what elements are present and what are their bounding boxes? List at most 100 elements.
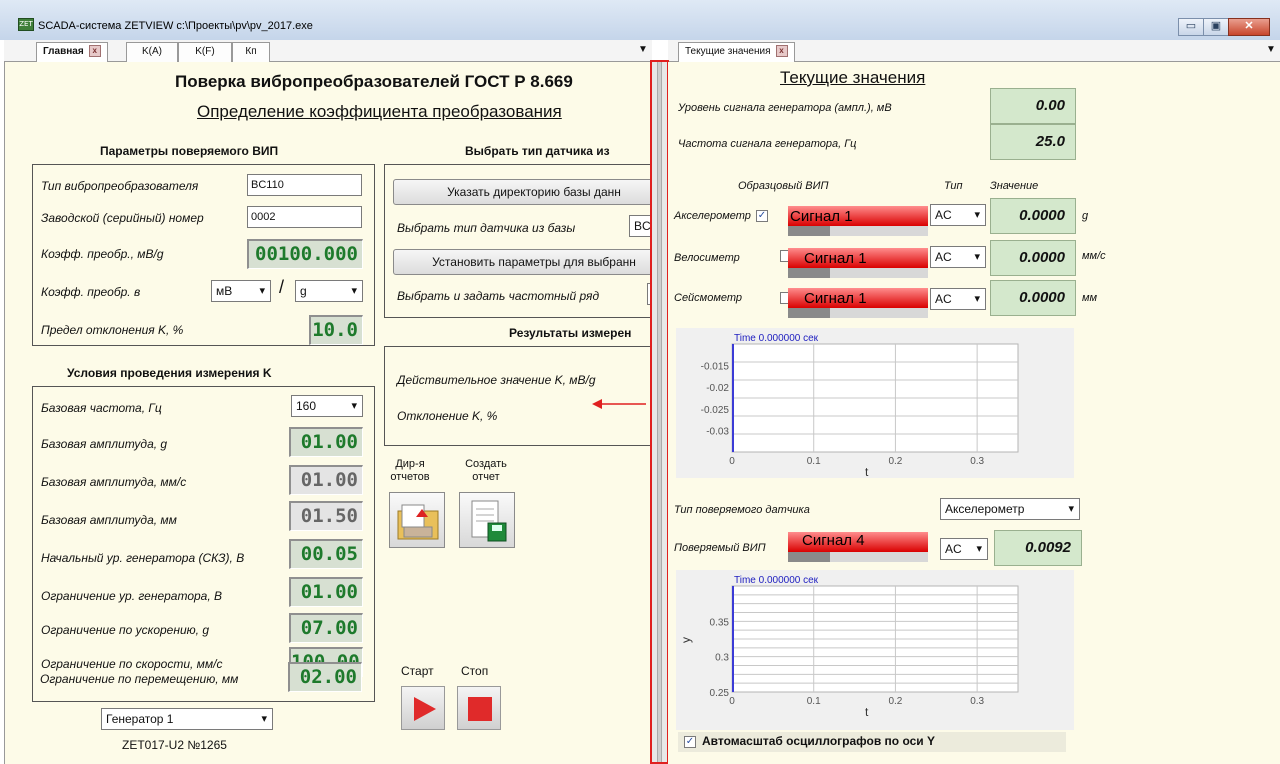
y-axis-label: y <box>679 637 693 643</box>
base-amp-g-display[interactable]: 01.00 <box>289 427 363 457</box>
sensor-type-input[interactable]: BC110 <box>247 174 362 196</box>
oscilloscope-2[interactable]: 0 0.1 0.2 0.3 0.35 0.3 0.25 Time 0.000000 сек t y <box>676 570 1074 730</box>
maximize-icon[interactable]: ▣ <box>1203 18 1229 36</box>
create-report-icon[interactable] <box>459 492 515 548</box>
dut-type-select[interactable]: Акселерометр <box>940 498 1080 520</box>
tab-dropdown-icon[interactable]: ▼ <box>1266 44 1276 55</box>
coef-in-label: Коэфф. преобр. в <box>41 285 141 299</box>
dut-label: Поверяемый ВИП <box>674 542 766 554</box>
play-icon <box>414 697 436 721</box>
base-amp-vel-display[interactable]: 01.00 <box>289 465 363 495</box>
close-icon[interactable]: ✕ <box>1228 18 1270 36</box>
coef-display[interactable]: 00100.000 <box>247 239 363 269</box>
gen-start-display[interactable]: 00.05 <box>289 539 363 569</box>
deviation-label: Отклонение K, % <box>397 409 498 423</box>
velocimeter-unit: мм/с <box>1082 250 1106 262</box>
minimize-icon[interactable]: ▭ <box>1178 18 1204 36</box>
plot-title: Time 0.000000 сек <box>734 575 819 586</box>
value-header: Значение <box>990 180 1039 192</box>
sensor-type-label: Тип вибропреобразователя <box>41 179 199 193</box>
start-button[interactable] <box>401 686 445 730</box>
velocimeter-signal[interactable]: Сигнал 1 <box>788 248 928 278</box>
create-report-label: Создать отчет <box>465 458 507 483</box>
stop-icon <box>468 697 492 721</box>
autoscale-label: Автомасштаб осциллографов по оси Y <box>702 734 936 748</box>
accelerometer-type-select[interactable]: AC <box>930 204 986 226</box>
right-pane: Текущие значения Уровень сигнала генерат… <box>668 62 1280 764</box>
tab-kp[interactable]: Кп <box>232 42 270 62</box>
seismometer-label: Сейсмометр <box>674 292 743 304</box>
unit1-select[interactable]: мВ <box>211 280 271 302</box>
gen-freq-value: 25.0 <box>990 124 1076 160</box>
stop-label: Стоп <box>461 664 489 678</box>
coef-label: Коэфф. преобр., мВ/g <box>41 247 164 261</box>
base-freq-select[interactable]: 160 <box>291 395 363 417</box>
signal-label: Сигнал 1 <box>804 250 867 267</box>
tab-label: Текущие значения <box>685 46 771 57</box>
tab-k-a[interactable]: K(A) <box>126 42 178 62</box>
device-label: ZET017-U2 №1265 <box>122 738 227 752</box>
x-tick-label: 0.2 <box>888 456 902 467</box>
right-tabstrip: Текущие значения x ▼ <box>668 40 1280 62</box>
tab-main[interactable]: Главная x <box>36 42 108 62</box>
accelerometer-signal[interactable]: Сигнал 1 <box>788 206 928 236</box>
seismometer-signal[interactable]: Сигнал 1 <box>788 288 928 318</box>
velocimeter-value: 0.0000 <box>990 240 1076 276</box>
limit-display[interactable]: 10.0 <box>309 315 363 345</box>
base-amp-mm-label: Базовая амплитуда, мм <box>41 513 177 527</box>
tab-close-icon[interactable]: x <box>775 45 788 58</box>
accelerometer-checkbox[interactable]: ✓ <box>756 210 768 222</box>
params-header: Параметры поверяемого ВИП <box>100 144 279 158</box>
signal-label: Сигнал 1 <box>790 208 853 225</box>
base-amp-mm-display[interactable]: 01.50 <box>289 501 363 531</box>
x-tick-label: 0.2 <box>888 696 902 707</box>
x-axis-label: t <box>865 465 869 478</box>
accel-limit-display[interactable]: 07.00 <box>289 613 363 643</box>
unit2-select[interactable]: g <box>295 280 363 302</box>
y-tick-label: 0.3 <box>715 653 729 664</box>
x-tick-label: 0 <box>729 696 735 707</box>
set-params-button[interactable]: Установить параметры для выбранн <box>393 249 654 275</box>
y-tick-label: 0.35 <box>710 617 730 628</box>
x-axis-label: t <box>865 705 869 719</box>
autoscale-row: ✓ Автомасштаб осциллографов по оси Y <box>678 732 1066 752</box>
serial-label: Заводской (серийный) номер <box>41 211 204 225</box>
y-tick-label: -0.025 <box>701 405 730 416</box>
accelerometer-value: 0.0000 <box>990 198 1076 234</box>
seismometer-value: 0.0000 <box>990 280 1076 316</box>
folder-icon[interactable] <box>389 492 445 548</box>
gen-freq-label: Частота сигнала генератора, Гц <box>678 138 857 150</box>
tab-k-f[interactable]: K(F) <box>178 42 232 62</box>
left-tabstrip: Главная x K(A) K(F) Кп ▼ <box>4 40 652 62</box>
dut-type-label: Тип поверяемого датчика <box>674 504 810 516</box>
plot-title: Time 0.000000 сек <box>734 333 819 344</box>
velocimeter-label: Велосиметр <box>674 252 740 264</box>
tab-current-values[interactable]: Текущие значения x <box>678 42 795 62</box>
dut-type-ac-select[interactable]: AC <box>940 538 988 560</box>
x-tick-label: 0.1 <box>807 456 821 467</box>
conditions-header: Условия проведения измерения K <box>67 366 272 380</box>
tab-close-icon[interactable]: x <box>88 45 101 58</box>
db-directory-button[interactable]: Указать директорию базы данн <box>393 179 654 205</box>
base-freq-label: Базовая частота, Гц <box>41 401 162 415</box>
limit-label: Предел отклонения K, % <box>41 323 184 337</box>
accelerometer-label: Акселерометр <box>674 210 751 222</box>
velocimeter-type-select[interactable]: AC <box>930 246 986 268</box>
x-tick-label: 0.1 <box>807 696 821 707</box>
generator-select[interactable]: Генератор 1 <box>101 708 273 730</box>
oscilloscope-1-canvas: 0 0.1 0.2 0.3 -0.015 -0.02 -0.025 -0.03 Time 0.0… <box>701 333 1019 479</box>
choose-header: Выбрать тип датчика из <box>465 144 610 158</box>
dut-value: 0.0092 <box>994 530 1082 566</box>
autoscale-checkbox[interactable]: ✓ <box>684 736 696 748</box>
gen-start-label: Начальный ур. генератора (СКЗ), В <box>41 551 245 565</box>
tab-dropdown-icon[interactable]: ▼ <box>638 44 648 55</box>
disp-limit-display[interactable]: 02.00 <box>288 662 362 692</box>
gen-limit-display[interactable]: 01.00 <box>289 577 363 607</box>
current-values-title: Текущие значения <box>780 68 926 87</box>
oscilloscope-1[interactable]: 0 0.1 0.2 0.3 -0.015 -0.02 -0.025 -0.03 Time 0.0… <box>676 328 1074 479</box>
dut-signal[interactable]: Сигнал 4 <box>788 532 928 562</box>
serial-input[interactable]: 0002 <box>247 206 362 228</box>
stop-button[interactable] <box>457 686 501 730</box>
seismometer-type-select[interactable]: AC <box>930 288 986 310</box>
actual-value-label: Действительное значение K, мВ/g <box>397 373 596 387</box>
